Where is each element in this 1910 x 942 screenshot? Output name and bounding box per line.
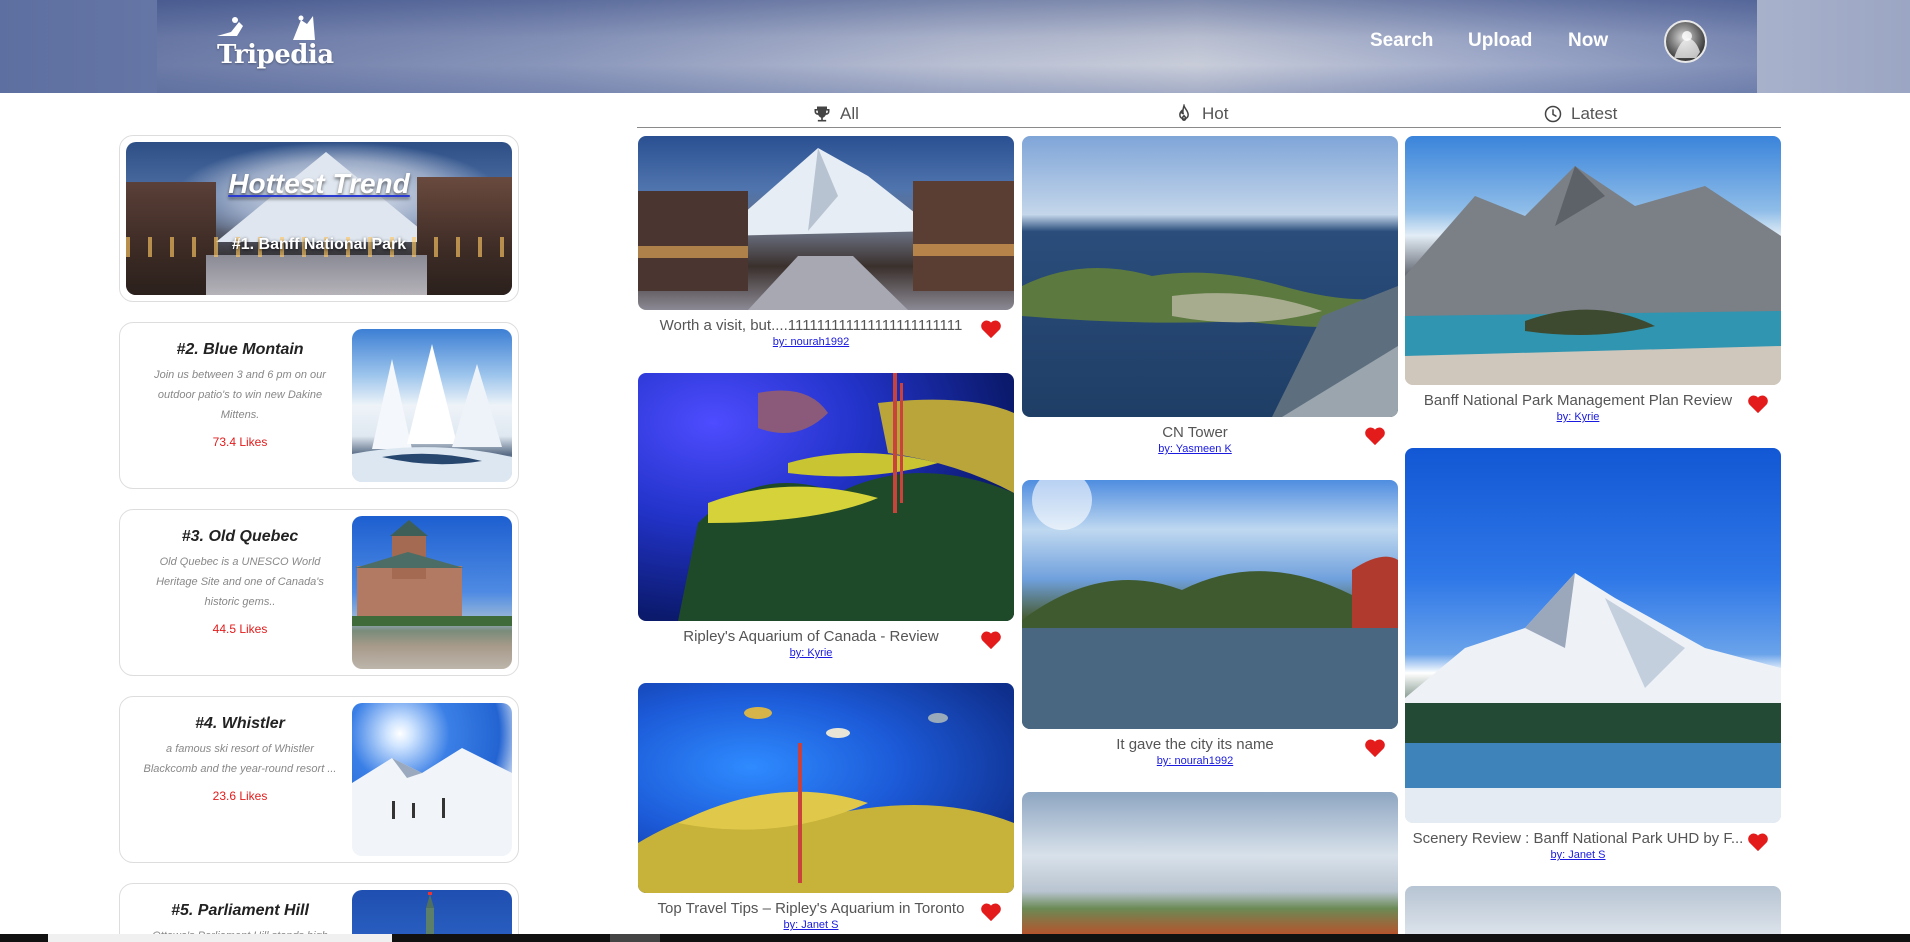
- post-title[interactable]: Worth a visit, but....111111111111111111…: [638, 317, 1014, 334]
- tab-all-label: All: [840, 104, 859, 123]
- nav-upload[interactable]: Upload: [1468, 30, 1532, 52]
- trend-description: a famous ski resort of Whistler Blackcom…: [143, 743, 337, 775]
- old-quebec-image: [352, 516, 512, 669]
- heart-icon[interactable]: [1747, 394, 1769, 414]
- post-card[interactable]: [1405, 886, 1781, 934]
- city-skyline-image: [1022, 792, 1398, 934]
- snowy-mountain-image: [1405, 448, 1781, 823]
- hero-subtitle: #1. Banff National Park: [231, 236, 407, 253]
- post-card[interactable]: CN Tower by: Yasmeen K: [1022, 136, 1398, 455]
- post-title[interactable]: CN Tower: [1022, 424, 1398, 441]
- tab-latest[interactable]: Latest: [1543, 104, 1617, 124]
- feed-tabs: All Hot Latest: [637, 102, 1781, 128]
- trend-card[interactable]: #2. Blue Montain Join us between 3 and 6…: [119, 322, 519, 489]
- flame-icon: [1179, 104, 1189, 121]
- trend-name: #5. Parliament Hill: [171, 902, 309, 919]
- nav-now[interactable]: Now: [1568, 30, 1608, 52]
- trend-description: Join us between 3 and 6 pm on our outdoo…: [154, 369, 326, 421]
- heart-icon[interactable]: [1364, 426, 1386, 446]
- trophy-icon: [814, 106, 830, 122]
- trend-card[interactable]: #3. Old Quebec Old Quebec is a UNESCO Wo…: [119, 509, 519, 676]
- post-card[interactable]: It gave the city its name by: nourah1992: [1022, 480, 1398, 767]
- post-author-link[interactable]: by: Yasmeen K: [1022, 443, 1398, 455]
- post-card[interactable]: Banff National Park Management Plan Revi…: [1405, 136, 1781, 423]
- post-title[interactable]: Ripley's Aquarium of Canada - Review: [638, 628, 1014, 645]
- aquarium-coral-image: [638, 373, 1014, 621]
- trend-name: #2. Blue Montain: [176, 341, 304, 358]
- post-author-link[interactable]: by: Janet S: [1405, 849, 1781, 861]
- post-card[interactable]: Top Travel Tips – Ripley's Aquarium in T…: [638, 683, 1014, 931]
- trend-name: #3. Old Quebec: [181, 528, 299, 545]
- trend-likes: 73.4 Likes: [212, 435, 268, 449]
- heart-icon[interactable]: [1364, 738, 1386, 758]
- heart-icon[interactable]: [1747, 832, 1769, 852]
- hero-title: Hottest Trend: [228, 168, 410, 199]
- post-author-link[interactable]: by: Janet S: [638, 919, 1014, 931]
- hottest-trend-card[interactable]: Hottest Trend #1. Banff National Park: [119, 135, 519, 302]
- header: Tripedia Search Upload Now: [157, 0, 1757, 93]
- whistler-ski-image: [352, 703, 512, 856]
- logo[interactable]: Tripedia: [209, 14, 334, 72]
- post-card[interactable]: Ripley's Aquarium of Canada - Review by:…: [638, 373, 1014, 659]
- heart-icon[interactable]: [980, 630, 1002, 650]
- trend-likes: 44.5 Likes: [212, 622, 268, 636]
- post-title[interactable]: Scenery Review : Banff National Park UHD…: [1405, 830, 1781, 847]
- tab-hot[interactable]: Hot: [1174, 104, 1228, 124]
- post-card[interactable]: [1022, 792, 1398, 934]
- heart-icon[interactable]: [980, 902, 1002, 922]
- banff-lake-image: [1405, 136, 1781, 385]
- trend-description: Old Quebec is a UNESCO World Heritage Si…: [156, 556, 324, 608]
- trend-card[interactable]: #4. Whistler a famous ski resort of Whis…: [119, 696, 519, 863]
- banff-avenue-image: [638, 136, 1014, 310]
- tab-hot-label: Hot: [1202, 104, 1229, 123]
- park-pond-image: [1022, 480, 1398, 729]
- logo-text: Tripedia: [217, 40, 334, 70]
- aquarium-fish-image: [638, 683, 1014, 893]
- post-author-link[interactable]: by: nourah1992: [638, 336, 1014, 348]
- tab-all[interactable]: All: [812, 104, 859, 124]
- post-title[interactable]: Top Travel Tips – Ripley's Aquarium in T…: [638, 900, 1014, 917]
- user-avatar[interactable]: [1664, 20, 1707, 63]
- post-title[interactable]: Banff National Park Management Plan Revi…: [1405, 392, 1781, 409]
- tab-latest-label: Latest: [1571, 104, 1618, 123]
- taskbar: [0, 934, 1910, 942]
- trend-likes: 23.6 Likes: [212, 789, 268, 803]
- cn-tower-aerial-image: [1022, 136, 1398, 417]
- post-title[interactable]: It gave the city its name: [1022, 736, 1398, 753]
- nav-search[interactable]: Search: [1370, 30, 1433, 52]
- post-author-link[interactable]: by: nourah1992: [1022, 755, 1398, 767]
- clock-icon: [1544, 105, 1562, 123]
- post-card[interactable]: Scenery Review : Banff National Park UHD…: [1405, 448, 1781, 861]
- heart-icon[interactable]: [980, 319, 1002, 339]
- post-card[interactable]: Worth a visit, but....111111111111111111…: [638, 136, 1014, 348]
- trend-name: #4. Whistler: [195, 715, 285, 732]
- snowy-forest-image: [352, 329, 512, 482]
- post-author-link[interactable]: by: Kyrie: [1405, 411, 1781, 423]
- cloudy-sky-image: [1405, 886, 1781, 934]
- banff-street-image: Hottest Trend #1. Banff National Park: [126, 142, 512, 295]
- post-author-link[interactable]: by: Kyrie: [638, 647, 1014, 659]
